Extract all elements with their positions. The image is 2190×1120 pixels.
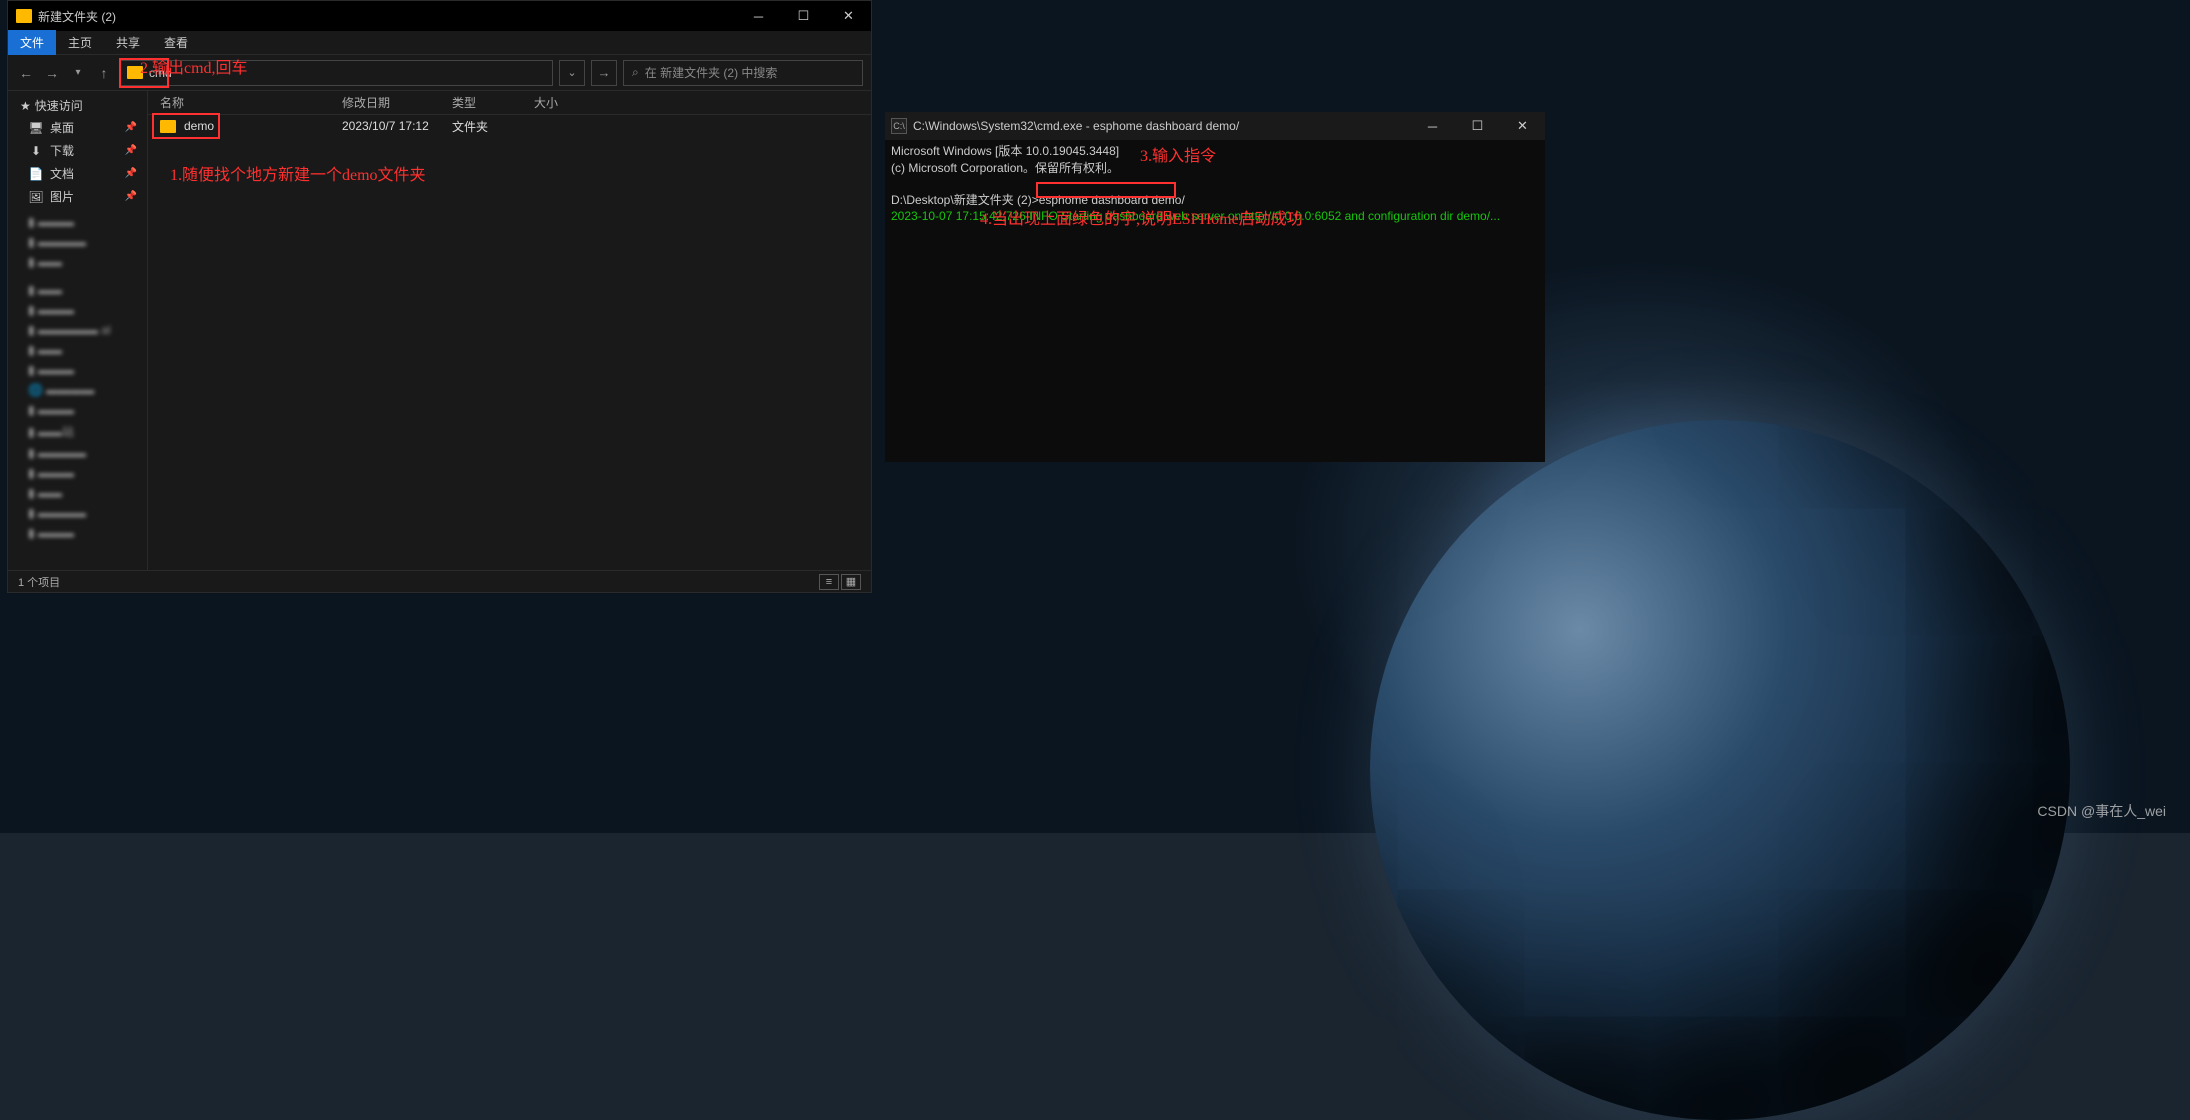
- tab-view[interactable]: 查看: [152, 30, 200, 55]
- explorer-titlebar[interactable]: 新建文件夹 (2) ─ ☐ ✕: [8, 1, 871, 31]
- sidebar-item-label: 下载: [50, 142, 74, 159]
- picture-icon: 🖼: [28, 190, 44, 204]
- terminal-output-line: 2023-10-07 17:15:42,726 INFO Starting da…: [891, 209, 1500, 223]
- column-type[interactable]: 类型: [452, 94, 534, 111]
- sidebar-item-documents[interactable]: 📄 文档 📌: [8, 162, 147, 185]
- pin-icon: 📌: [125, 145, 137, 156]
- file-name: demo: [184, 119, 342, 133]
- address-path: cmd: [149, 66, 172, 80]
- ribbon-tabs: 文件 主页 共享 查看: [8, 31, 871, 55]
- quick-access-label: 快速访问: [35, 97, 83, 114]
- document-icon: 📄: [28, 167, 44, 181]
- minimize-button[interactable]: ─: [736, 1, 781, 31]
- view-details-icon[interactable]: ≡: [819, 574, 839, 590]
- terminal-prompt: D:\Desktop\新建文件夹 (2)>: [891, 193, 1039, 207]
- up-button[interactable]: ↑: [94, 63, 114, 83]
- desktop-icon: 🖥: [28, 121, 44, 135]
- sidebar-item-pictures[interactable]: 🖼 图片 📌: [8, 185, 147, 208]
- quick-access-group[interactable]: ★ 快速访问: [8, 97, 147, 114]
- address-bar[interactable]: cmd: [120, 60, 553, 86]
- file-list-pane: 名称 修改日期 类型 大小 demo 2023/10/7 17:12 文件夹: [148, 91, 871, 570]
- terminal-title: C:\Windows\System32\cmd.exe - esphome da…: [913, 119, 1239, 133]
- terminal-line: (c) Microsoft Corporation。保留所有权利。: [891, 161, 1119, 175]
- view-icons-icon[interactable]: ▦: [841, 574, 861, 590]
- folder-icon: [160, 120, 176, 133]
- navigation-sidebar[interactable]: ★ 快速访问 🖥 桌面 📌 ⬇ 下载 📌 📄 文档 📌 🖼 图片 �: [8, 91, 148, 570]
- star-icon: ★: [20, 99, 31, 113]
- maximize-button[interactable]: ☐: [1455, 111, 1500, 141]
- pin-icon: 📌: [125, 168, 137, 179]
- pin-icon: 📌: [125, 191, 137, 202]
- search-placeholder: 在 新建文件夹 (2) 中搜索: [645, 64, 778, 81]
- sidebar-item-label: 文档: [50, 165, 74, 182]
- column-headers[interactable]: 名称 修改日期 类型 大小: [148, 91, 871, 115]
- folder-icon: [16, 9, 32, 23]
- tab-home[interactable]: 主页: [56, 30, 104, 55]
- download-icon: ⬇: [28, 144, 44, 158]
- search-input[interactable]: ⌕ 在 新建文件夹 (2) 中搜索: [623, 60, 863, 86]
- terminal-command: esphome dashboard demo/: [1039, 193, 1185, 207]
- cmd-icon: C:\: [891, 118, 907, 134]
- tab-file[interactable]: 文件: [8, 30, 56, 55]
- column-name[interactable]: 名称: [160, 94, 342, 111]
- forward-button[interactable]: →: [42, 63, 62, 83]
- tab-share[interactable]: 共享: [104, 30, 152, 55]
- minimize-button[interactable]: ─: [1410, 111, 1455, 141]
- file-date: 2023/10/7 17:12: [342, 119, 452, 133]
- sidebar-item-label: 桌面: [50, 119, 74, 136]
- window-title: 新建文件夹 (2): [38, 8, 116, 25]
- sidebar-item-desktop[interactable]: 🖥 桌面 📌: [8, 116, 147, 139]
- back-button[interactable]: ←: [16, 63, 36, 83]
- terminal-line: Microsoft Windows [版本 10.0.19045.3448]: [891, 144, 1119, 158]
- close-button[interactable]: ✕: [826, 1, 871, 31]
- status-bar: 1 个项目 ≡ ▦: [8, 570, 871, 592]
- terminal-titlebar[interactable]: C:\ C:\Windows\System32\cmd.exe - esphom…: [885, 112, 1545, 140]
- file-explorer-window: 新建文件夹 (2) ─ ☐ ✕ 文件 主页 共享 查看 ← → ▾ ↑ cmd …: [7, 0, 872, 593]
- sidebar-item-downloads[interactable]: ⬇ 下载 📌: [8, 139, 147, 162]
- column-date[interactable]: 修改日期: [342, 94, 452, 111]
- pin-icon: 📌: [125, 122, 137, 133]
- watermark: CSDN @事在人_wei: [2037, 801, 2166, 821]
- status-text: 1 个项目: [18, 574, 60, 590]
- column-size[interactable]: 大小: [534, 94, 594, 111]
- wallpaper-earth: [1370, 420, 2070, 1120]
- file-list[interactable]: demo 2023/10/7 17:12 文件夹: [148, 115, 871, 570]
- recent-dropdown-icon[interactable]: ▾: [68, 63, 88, 83]
- maximize-button[interactable]: ☐: [781, 1, 826, 31]
- close-button[interactable]: ✕: [1500, 111, 1545, 141]
- search-icon: ⌕: [632, 65, 639, 80]
- sidebar-blurred-items: ▮ ▬▬▬ ▮ ▬▬▬▬ ▮ ▬▬ ▮ ▬▬ ▮ ▬▬▬ ▮ ▬▬▬▬▬ al …: [8, 212, 147, 543]
- address-dropdown-button[interactable]: ⌄: [559, 60, 585, 86]
- cmd-terminal-window: C:\ C:\Windows\System32\cmd.exe - esphom…: [885, 112, 1545, 462]
- folder-icon: [127, 66, 143, 79]
- refresh-button[interactable]: →: [591, 60, 617, 86]
- navigation-bar: ← → ▾ ↑ cmd ⌄ → ⌕ 在 新建文件夹 (2) 中搜索: [8, 55, 871, 91]
- file-row[interactable]: demo 2023/10/7 17:12 文件夹: [148, 115, 871, 137]
- terminal-output[interactable]: Microsoft Windows [版本 10.0.19045.3448] (…: [885, 140, 1545, 462]
- file-type: 文件夹: [452, 118, 534, 135]
- sidebar-item-label: 图片: [50, 188, 74, 205]
